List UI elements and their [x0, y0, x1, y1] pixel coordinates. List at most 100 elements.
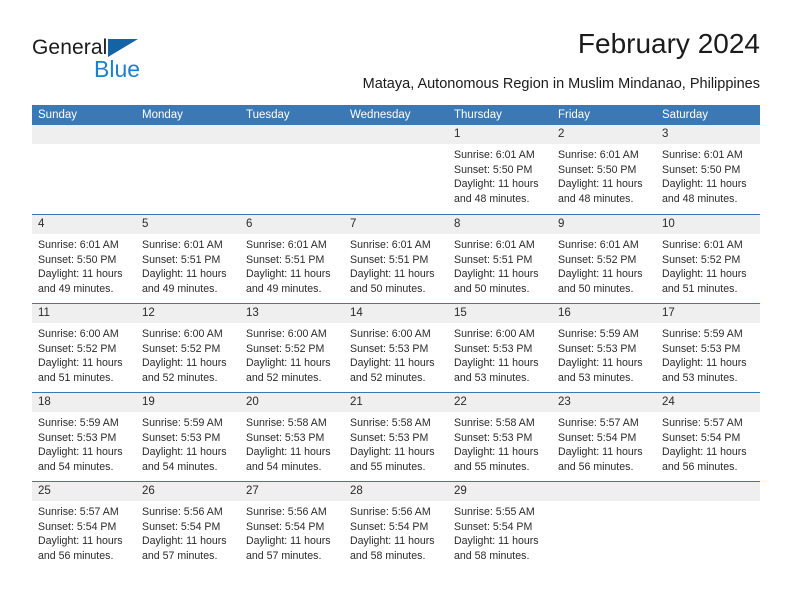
- day-number: 6: [240, 215, 344, 234]
- sunset-text: Sunset: 5:54 PM: [662, 431, 741, 444]
- calendar-week-row: 18 Sunrise: 5:59 AM Sunset: 5:53 PM Dayligh…: [32, 392, 760, 481]
- daylight-text-line1: Daylight: 11 hours: [350, 268, 435, 281]
- day-number: 14: [344, 304, 448, 323]
- sunrise-text: Sunrise: 6:00 AM: [38, 328, 119, 340]
- weekday-header-tuesday: Tuesday: [246, 109, 290, 121]
- calendar-day-cell[interactable]: 13 Sunrise: 6:00 AM Sunset: 5:52 PM Dayligh…: [240, 304, 344, 392]
- calendar-day-cell[interactable]: 7 Sunrise: 6:01 AM Sunset: 5:51 PM Daylight…: [344, 215, 448, 303]
- general-blue-logo[interactable]: General Blue: [32, 36, 162, 84]
- calendar-day-cell[interactable]: 28 Sunrise: 5:56 AM Sunset: 5:54 PM Dayligh…: [344, 482, 448, 570]
- day-number: [32, 125, 136, 144]
- calendar-day-cell[interactable]: 21 Sunrise: 5:58 AM Sunset: 5:53 PM Dayligh…: [344, 393, 448, 481]
- calendar-day-cell[interactable]: 2 Sunrise: 6:01 AM Sunset: 5:50 PM Daylight…: [552, 125, 656, 214]
- calendar-day-cell[interactable]: 5 Sunrise: 6:01 AM Sunset: 5:51 PM Daylight…: [136, 215, 240, 303]
- day-number: 27: [240, 482, 344, 501]
- sunrise-text: Sunrise: 6:00 AM: [454, 328, 535, 340]
- daylight-text-line2: and 55 minutes.: [350, 460, 426, 473]
- day-number: [552, 482, 656, 501]
- calendar-day-cell[interactable]: 15 Sunrise: 6:00 AM Sunset: 5:53 PM Dayligh…: [448, 304, 552, 392]
- calendar-day-cell[interactable]: 16 Sunrise: 5:59 AM Sunset: 5:53 PM Dayligh…: [552, 304, 656, 392]
- sunset-text: Sunset: 5:54 PM: [558, 431, 637, 444]
- day-number: 17: [656, 304, 760, 323]
- calendar-day-cell[interactable]: 25 Sunrise: 5:57 AM Sunset: 5:54 PM Dayligh…: [32, 482, 136, 570]
- daylight-text-line1: Daylight: 11 hours: [38, 357, 123, 370]
- daylight-text-line1: Daylight: 11 hours: [38, 268, 123, 281]
- sunset-text: Sunset: 5:54 PM: [38, 520, 117, 533]
- calendar-day-cell[interactable]: 10 Sunrise: 6:01 AM Sunset: 5:52 PM Dayligh…: [656, 215, 760, 303]
- day-details: Sunrise: 6:01 AM Sunset: 5:50 PM Daylight:…: [32, 234, 136, 296]
- sunset-text: Sunset: 5:53 PM: [558, 342, 637, 355]
- calendar-day-cell[interactable]: 4 Sunrise: 6:01 AM Sunset: 5:50 PM Daylight…: [32, 215, 136, 303]
- daylight-text-line1: Daylight: 11 hours: [38, 535, 123, 548]
- daylight-text-line2: and 57 minutes.: [246, 549, 322, 562]
- day-details: Sunrise: 6:00 AM Sunset: 5:52 PM Daylight:…: [240, 323, 344, 385]
- day-number: 15: [448, 304, 552, 323]
- calendar-day-cell[interactable]: 14 Sunrise: 6:00 AM Sunset: 5:53 PM Dayligh…: [344, 304, 448, 392]
- daylight-text-line2: and 58 minutes.: [454, 549, 530, 562]
- calendar-day-cell[interactable]: 6 Sunrise: 6:01 AM Sunset: 5:51 PM Daylight…: [240, 215, 344, 303]
- day-details: Sunrise: 5:59 AM Sunset: 5:53 PM Daylight:…: [552, 323, 656, 385]
- calendar-day-cell[interactable]: 27 Sunrise: 5:56 AM Sunset: 5:54 PM Dayligh…: [240, 482, 344, 570]
- calendar-day-cell[interactable]: 20 Sunrise: 5:58 AM Sunset: 5:53 PM Dayligh…: [240, 393, 344, 481]
- calendar-week-row: 1 Sunrise: 6:01 AM Sunset: 5:50 PM Daylight…: [32, 125, 760, 214]
- sunset-text: Sunset: 5:52 PM: [662, 253, 741, 266]
- calendar-day-cell[interactable]: 23 Sunrise: 5:57 AM Sunset: 5:54 PM Dayligh…: [552, 393, 656, 481]
- calendar-day-cell[interactable]: 24 Sunrise: 5:57 AM Sunset: 5:54 PM Dayligh…: [656, 393, 760, 481]
- calendar-week-row: 25 Sunrise: 5:57 AM Sunset: 5:54 PM Dayligh…: [32, 481, 760, 570]
- sunrise-text: Sunrise: 5:57 AM: [38, 506, 119, 518]
- sunset-text: Sunset: 5:53 PM: [662, 342, 741, 355]
- day-details: Sunrise: 6:00 AM Sunset: 5:53 PM Daylight:…: [448, 323, 552, 385]
- weekday-header-row: Sunday Monday Tuesday Wednesday Thursday…: [32, 105, 760, 125]
- day-details: Sunrise: 5:58 AM Sunset: 5:53 PM Daylight:…: [240, 412, 344, 474]
- daylight-text-line2: and 57 minutes.: [142, 549, 218, 562]
- daylight-text-line1: Daylight: 11 hours: [662, 178, 747, 191]
- calendar-day-cell[interactable]: 29 Sunrise: 5:55 AM Sunset: 5:54 PM Dayligh…: [448, 482, 552, 570]
- sunrise-text: Sunrise: 5:59 AM: [662, 328, 743, 340]
- sunset-text: Sunset: 5:50 PM: [454, 163, 533, 176]
- sunrise-text: Sunrise: 6:00 AM: [246, 328, 327, 340]
- day-number: 22: [448, 393, 552, 412]
- daylight-text-line1: Daylight: 11 hours: [142, 446, 227, 459]
- daylight-text-line1: Daylight: 11 hours: [662, 268, 747, 281]
- calendar-day-cell[interactable]: 3 Sunrise: 6:01 AM Sunset: 5:50 PM Daylight…: [656, 125, 760, 214]
- sunrise-text: Sunrise: 5:59 AM: [142, 417, 223, 429]
- calendar-day-cell[interactable]: 11 Sunrise: 6:00 AM Sunset: 5:52 PM Dayligh…: [32, 304, 136, 392]
- calendar-day-cell[interactable]: 22 Sunrise: 5:58 AM Sunset: 5:53 PM Dayligh…: [448, 393, 552, 481]
- day-details: Sunrise: 6:01 AM Sunset: 5:50 PM Daylight:…: [552, 144, 656, 206]
- daylight-text-line1: Daylight: 11 hours: [142, 535, 227, 548]
- day-details: Sunrise: 6:01 AM Sunset: 5:50 PM Daylight:…: [448, 144, 552, 206]
- calendar-day-cell-empty: [240, 125, 344, 214]
- day-number: 13: [240, 304, 344, 323]
- day-details: Sunrise: 6:01 AM Sunset: 5:50 PM Daylight:…: [656, 144, 760, 206]
- day-number: 4: [32, 215, 136, 234]
- daylight-text-line2: and 48 minutes.: [454, 192, 530, 205]
- day-details: Sunrise: 5:58 AM Sunset: 5:53 PM Daylight:…: [344, 412, 448, 474]
- logo-text-blue: Blue: [94, 56, 141, 82]
- sunrise-text: Sunrise: 5:56 AM: [246, 506, 327, 518]
- day-number: [136, 125, 240, 144]
- calendar-day-cell[interactable]: 19 Sunrise: 5:59 AM Sunset: 5:53 PM Dayligh…: [136, 393, 240, 481]
- calendar-day-cell[interactable]: 17 Sunrise: 5:59 AM Sunset: 5:53 PM Dayligh…: [656, 304, 760, 392]
- calendar-week-row: 4 Sunrise: 6:01 AM Sunset: 5:50 PM Daylight…: [32, 214, 760, 303]
- calendar-page: General Blue February 2024 Mataya, Auton…: [0, 0, 792, 612]
- calendar-day-cell[interactable]: 9 Sunrise: 6:01 AM Sunset: 5:52 PM Daylight…: [552, 215, 656, 303]
- sunset-text: Sunset: 5:53 PM: [454, 431, 533, 444]
- calendar-day-cell[interactable]: 1 Sunrise: 6:01 AM Sunset: 5:50 PM Daylight…: [448, 125, 552, 214]
- sunset-text: Sunset: 5:53 PM: [454, 342, 533, 355]
- calendar-day-cell[interactable]: 18 Sunrise: 5:59 AM Sunset: 5:53 PM Dayligh…: [32, 393, 136, 481]
- daylight-text-line1: Daylight: 11 hours: [558, 178, 643, 191]
- day-number: 23: [552, 393, 656, 412]
- daylight-text-line1: Daylight: 11 hours: [454, 268, 539, 281]
- day-number: 24: [656, 393, 760, 412]
- daylight-text-line1: Daylight: 11 hours: [142, 357, 227, 370]
- calendar-day-cell[interactable]: 12 Sunrise: 6:00 AM Sunset: 5:52 PM Dayligh…: [136, 304, 240, 392]
- daylight-text-line2: and 49 minutes.: [38, 282, 114, 295]
- sunset-text: Sunset: 5:50 PM: [38, 253, 117, 266]
- sunrise-text: Sunrise: 5:57 AM: [558, 417, 639, 429]
- day-number: 25: [32, 482, 136, 501]
- calendar-day-cell-empty: [552, 482, 656, 570]
- day-details: Sunrise: 5:56 AM Sunset: 5:54 PM Daylight:…: [344, 501, 448, 563]
- calendar-day-cell[interactable]: 8 Sunrise: 6:01 AM Sunset: 5:51 PM Daylight…: [448, 215, 552, 303]
- calendar-day-cell[interactable]: 26 Sunrise: 5:56 AM Sunset: 5:54 PM Dayligh…: [136, 482, 240, 570]
- daylight-text-line1: Daylight: 11 hours: [350, 357, 435, 370]
